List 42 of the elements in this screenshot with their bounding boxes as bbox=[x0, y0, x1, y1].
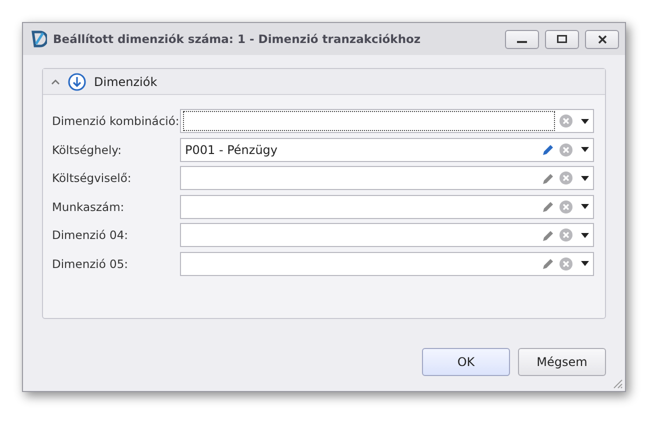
combo-field[interactable] bbox=[180, 194, 594, 218]
close-button[interactable] bbox=[585, 30, 619, 48]
dialog-button[interactable]: OK bbox=[422, 348, 510, 376]
dropdown-caret-icon[interactable] bbox=[581, 204, 589, 209]
dropdown-caret-icon[interactable] bbox=[581, 232, 589, 238]
clear-icon[interactable] bbox=[559, 114, 573, 128]
dropdown-caret-icon[interactable] bbox=[581, 261, 589, 266]
minimize-button[interactable] bbox=[505, 30, 539, 48]
pencil-icon[interactable] bbox=[542, 257, 555, 270]
clear-icon[interactable] bbox=[559, 171, 573, 185]
dropdown-caret-icon[interactable] bbox=[581, 147, 589, 152]
app-logo-icon bbox=[31, 30, 47, 48]
maximize-button[interactable] bbox=[545, 30, 579, 48]
window-title: Beállított dimenziók száma: 1 - Dimenzió tranzakciókhoz bbox=[53, 32, 422, 46]
close-icon bbox=[598, 34, 606, 44]
clear-icon[interactable] bbox=[559, 200, 573, 214]
maximize-icon bbox=[557, 35, 567, 43]
field-label: Munkaszám: bbox=[52, 200, 126, 214]
collapse-chevron-icon[interactable] bbox=[51, 78, 60, 84]
dropdown-caret-icon[interactable] bbox=[581, 118, 589, 124]
combo-field[interactable] bbox=[180, 223, 594, 247]
clear-icon[interactable] bbox=[559, 228, 573, 242]
field-label: Dimenzió 04: bbox=[52, 228, 130, 242]
combo-field[interactable]: P001 - Pénzügy bbox=[180, 138, 594, 162]
download-circle-icon bbox=[68, 72, 86, 90]
field-label: Dimenzió 05: bbox=[52, 256, 130, 270]
dialog-button[interactable]: Mégsem bbox=[518, 348, 606, 376]
field-label: Költséghely: bbox=[52, 142, 122, 156]
group-title: Dimenziók bbox=[94, 74, 158, 88]
pencil-icon[interactable] bbox=[542, 143, 555, 156]
dropdown-caret-icon[interactable] bbox=[581, 176, 589, 180]
combo-field[interactable] bbox=[180, 252, 594, 276]
field-label: Költségviselő: bbox=[52, 171, 132, 185]
resize-grip-icon[interactable] bbox=[611, 377, 623, 389]
combo-field[interactable] bbox=[180, 109, 594, 133]
combo-field[interactable] bbox=[180, 166, 594, 190]
pencil-icon[interactable] bbox=[542, 228, 555, 242]
pencil-icon[interactable] bbox=[542, 172, 555, 184]
field-value: P001 - Pénzügy bbox=[185, 142, 278, 156]
clear-icon[interactable] bbox=[559, 256, 573, 270]
field-label: Dimenzió kombináció: bbox=[52, 114, 180, 128]
pencil-icon[interactable] bbox=[542, 200, 555, 213]
